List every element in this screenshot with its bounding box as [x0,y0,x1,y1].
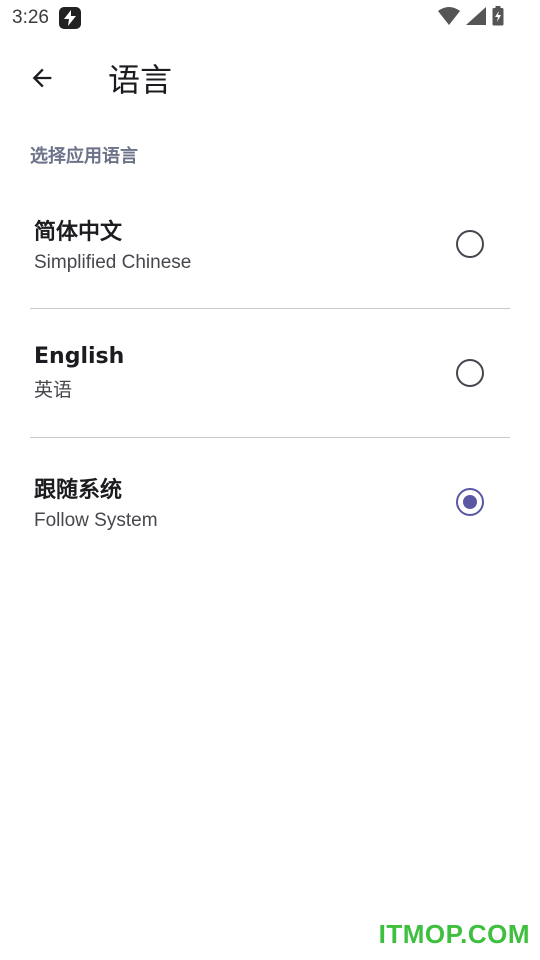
language-option-text: English 英语 [30,344,124,402]
page-title: 语言 [108,61,173,99]
wifi-icon [438,7,460,29]
radio-button-unselected[interactable] [456,230,484,258]
section-title: 选择应用语言 [30,146,138,167]
language-option-text: 跟随系统 Follow System [30,472,158,532]
language-primary-label: English [34,344,125,369]
battery-charging-icon [492,6,504,30]
cell-signal-icon [466,7,486,29]
status-right [438,6,504,30]
language-option-follow-system[interactable]: 跟随系统 Follow System [30,438,510,566]
radio-button-selected[interactable] [456,488,484,516]
radio-dot [463,495,477,509]
language-secondary-label: Follow System [34,510,158,531]
language-secondary-label: Simplified Chinese [34,252,192,273]
language-secondary-label: 英语 [34,380,73,401]
lightning-app-icon [58,7,81,29]
watermark-logo: ITMOP.COM [378,919,530,949]
status-left: 3:26 [12,7,81,29]
language-list: 简体中文 Simplified Chinese English 英语 跟随系统 … [30,180,510,566]
language-primary-label: 跟随系统 [34,478,123,503]
status-bar: 3:26 [0,0,540,36]
language-primary-label: 简体中文 [34,220,123,245]
app-bar: 语言 [0,36,540,120]
radio-button-unselected[interactable] [456,359,484,387]
language-option-simplified-chinese[interactable]: 简体中文 Simplified Chinese [30,180,510,308]
language-settings-screen: 3:26 语言 选择应用语言 简体中文 Simplified Chinese E… [0,0,540,960]
status-time: 3:26 [12,7,49,28]
back-button[interactable] [14,50,70,106]
arrow-left-icon [32,68,52,88]
language-option-english[interactable]: English 英语 [30,309,510,437]
language-option-text: 简体中文 Simplified Chinese [30,214,191,274]
